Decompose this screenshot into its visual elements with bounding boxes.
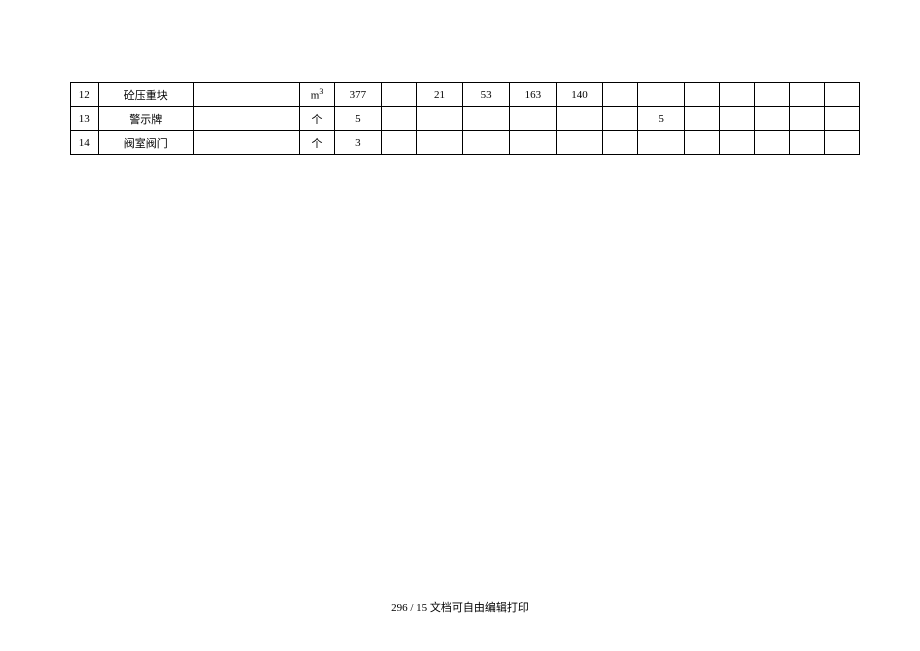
cell: 53 (463, 83, 510, 107)
cell-unit: 个 (300, 131, 335, 155)
cell (463, 107, 510, 131)
data-table-container: 12 砼压重块 m3 377 21 53 163 140 13 警 (70, 82, 860, 155)
cell (509, 131, 556, 155)
cell (684, 107, 719, 131)
cell (194, 83, 300, 107)
cell (638, 83, 685, 107)
cell (556, 131, 603, 155)
cell (754, 131, 789, 155)
cell-unit: m3 (300, 83, 335, 107)
cell-index: 12 (71, 83, 99, 107)
cell (381, 83, 416, 107)
cell (824, 131, 859, 155)
cell: 5 (638, 107, 685, 131)
cell-name: 警示牌 (98, 107, 193, 131)
cell-index: 13 (71, 107, 99, 131)
cell (754, 107, 789, 131)
cell-name: 砼压重块 (98, 83, 193, 107)
cell (556, 107, 603, 131)
cell (719, 131, 754, 155)
cell (381, 107, 416, 131)
cell (381, 131, 416, 155)
data-table: 12 砼压重块 m3 377 21 53 163 140 13 警 (70, 82, 860, 155)
cell: 163 (509, 83, 556, 107)
cell-name: 阀室阀门 (98, 131, 193, 155)
cell-unit: 个 (300, 107, 335, 131)
cell (416, 131, 463, 155)
cell (824, 83, 859, 107)
cell-qty: 3 (335, 131, 382, 155)
cell (603, 83, 638, 107)
cell (509, 107, 556, 131)
cell-qty: 377 (335, 83, 382, 107)
cell (789, 83, 824, 107)
cell (789, 107, 824, 131)
cell (194, 107, 300, 131)
table-row: 14 阀室阀门 个 3 (71, 131, 860, 155)
cell: 140 (556, 83, 603, 107)
cell (638, 131, 685, 155)
cell (824, 107, 859, 131)
cell-index: 14 (71, 131, 99, 155)
cell-qty: 5 (335, 107, 382, 131)
page-footer: 296 / 15 文档可自由编辑打印 (0, 599, 920, 615)
cell (754, 83, 789, 107)
table-row: 12 砼压重块 m3 377 21 53 163 140 (71, 83, 860, 107)
cell (684, 83, 719, 107)
cell (684, 131, 719, 155)
cell (416, 107, 463, 131)
cell (194, 131, 300, 155)
cell (603, 107, 638, 131)
table-row: 13 警示牌 个 5 5 (71, 107, 860, 131)
cell (719, 107, 754, 131)
cell (463, 131, 510, 155)
cell: 21 (416, 83, 463, 107)
cell (719, 83, 754, 107)
cell (603, 131, 638, 155)
cell (789, 131, 824, 155)
